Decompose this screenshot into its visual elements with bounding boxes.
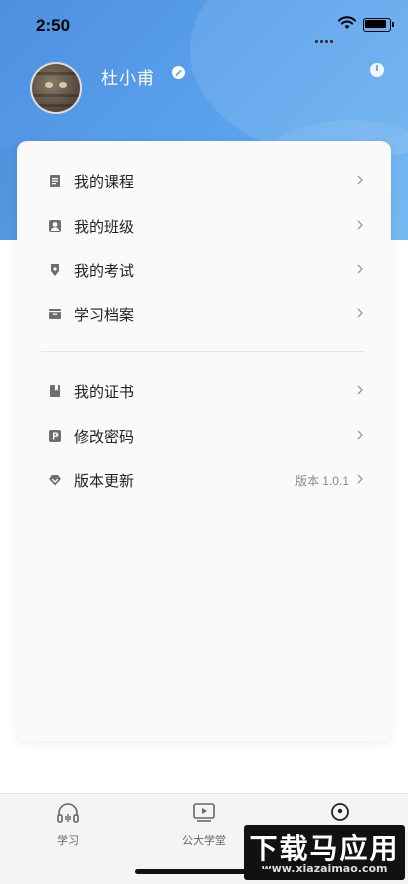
logout-power-icon[interactable] [370, 63, 384, 77]
wifi-icon [338, 16, 356, 29]
menu-item-label: 修改密码 [74, 428, 135, 446]
home-indicator[interactable] [135, 869, 273, 874]
menu-item-my-class[interactable]: 我的班级 [17, 205, 391, 249]
person-icon [49, 220, 61, 232]
play-screen-icon [193, 803, 215, 822]
user-name: 杜小甫 [101, 69, 155, 89]
menu-item-version-update[interactable]: 版本更新 版本 1.0.1 [17, 459, 391, 503]
menu-item-my-certificates[interactable]: 我的证书 [17, 370, 391, 414]
menu-item-label: 我的班级 [74, 218, 135, 236]
signal-icon [315, 28, 335, 43]
menu-item-study-records[interactable]: 学习档案 [17, 293, 391, 337]
menu-item-label: 我的证书 [74, 383, 135, 401]
menu-item-my-exams[interactable]: 我的考试 [17, 249, 391, 293]
menu-card: 我的课程 我的班级 我的考试 学习档案 我的证书 修改密码 版本更新 版本 1.… [17, 141, 391, 741]
menu-item-change-password[interactable]: 修改密码 [17, 415, 391, 459]
pen-icon [51, 264, 59, 276]
version-number: 版本 1.0.1 [294, 474, 349, 488]
edit-profile-icon[interactable] [172, 66, 185, 79]
battery-icon [363, 18, 394, 32]
menu-item-label: 学习档案 [74, 306, 135, 324]
status-bar: 2:50 [0, 0, 408, 50]
chevron-right-icon [357, 220, 363, 230]
headphones-icon [57, 803, 79, 823]
chevron-right-icon [357, 308, 363, 318]
chevron-right-icon [357, 264, 363, 274]
chevron-right-icon [357, 430, 363, 440]
update-icon [49, 475, 61, 486]
user-icon [331, 803, 349, 821]
chevron-right-icon [357, 175, 363, 185]
menu-divider [41, 351, 365, 352]
book-icon [50, 175, 60, 187]
tab-study[interactable]: 学习 [0, 794, 136, 854]
password-icon [49, 430, 61, 442]
watermark-text: 下载马应用 [249, 832, 400, 865]
menu-item-my-courses[interactable]: 我的课程 [17, 160, 391, 204]
certificate-icon [50, 385, 60, 397]
folder-icon [49, 309, 61, 319]
chevron-right-icon [357, 474, 363, 484]
menu-item-label: 版本更新 [74, 472, 135, 490]
avatar[interactable] [30, 62, 82, 114]
status-time: 2:50 [36, 16, 71, 35]
menu-item-label: 我的课程 [74, 173, 135, 191]
chevron-right-icon [357, 385, 363, 395]
menu-item-label: 我的考试 [74, 262, 135, 280]
tab-label: 学习 [57, 834, 79, 847]
